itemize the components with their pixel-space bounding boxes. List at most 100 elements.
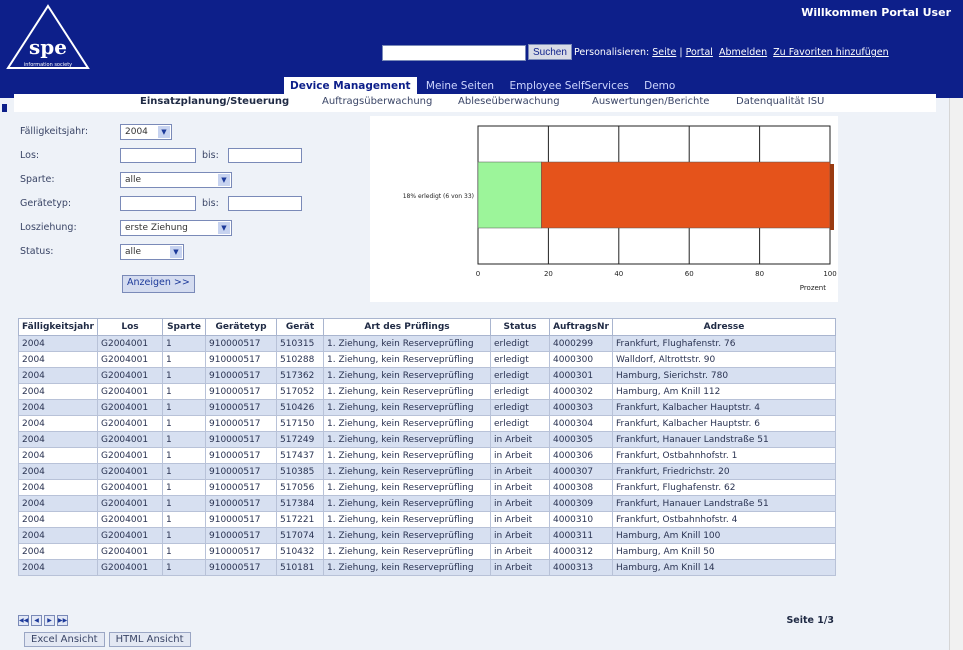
search-button[interactable]: Suchen <box>528 44 572 60</box>
bar-done <box>477 161 542 229</box>
table-cell: 910000517 <box>205 559 277 576</box>
anzeigen-button[interactable]: Anzeigen >> <box>122 275 195 293</box>
column-header[interactable]: Adresse <box>612 318 836 336</box>
column-header[interactable]: Gerätetyp <box>205 318 277 336</box>
table-cell: 910000517 <box>205 511 277 528</box>
table-cell: in Arbeit <box>490 527 550 544</box>
table-cell: G2004001 <box>97 383 163 400</box>
subnav-datenqualitaet[interactable]: Datenqualität ISU <box>736 96 824 107</box>
vertical-scrollbar[interactable] <box>949 98 963 650</box>
subnav-einsatzplanung[interactable]: Einsatzplanung/Steuerung <box>140 96 289 107</box>
table-row[interactable]: 2004 G2004001 1 910000517 510181 1. Ziehung, … <box>18 559 836 576</box>
los-from-input[interactable] <box>120 148 196 163</box>
table-cell: 1 <box>162 495 206 512</box>
table-cell: Hamburg, Am Knill 100 <box>612 527 836 544</box>
tab-employee-selfservices[interactable]: Employee SelfServices <box>503 77 634 95</box>
faelligkeitsjahr-label: Fälligkeitsjahr: <box>20 126 89 137</box>
link-seite[interactable]: Seite <box>652 47 676 58</box>
sparte-select[interactable]: alle ▼ <box>120 172 232 188</box>
subnav-ableseueberwachung[interactable]: Ableseüberwachung <box>458 96 560 107</box>
table-row[interactable]: 2004 G2004001 1 910000517 517249 1. Ziehung, … <box>18 431 836 448</box>
table-row[interactable]: 2004 G2004001 1 910000517 517437 1. Ziehung, … <box>18 447 836 464</box>
table-row[interactable]: 2004 G2004001 1 910000517 510432 1. Ziehung, … <box>18 543 836 560</box>
search-input[interactable] <box>382 45 526 61</box>
table-row[interactable]: 2004 G2004001 1 910000517 510426 1. Ziehung, … <box>18 399 836 416</box>
table-cell: 2004 <box>18 559 98 576</box>
table-cell: 2004 <box>18 463 98 480</box>
column-header[interactable]: Art des Prüflings <box>323 318 491 336</box>
table-cell: Hamburg, Am Knill 112 <box>612 383 836 400</box>
table-row[interactable]: 2004 G2004001 1 910000517 517074 1. Ziehung, … <box>18 527 836 544</box>
table-row[interactable]: 2004 G2004001 1 910000517 517384 1. Ziehung, … <box>18 495 836 512</box>
column-header[interactable]: Gerät <box>276 318 324 336</box>
table-cell: 2004 <box>18 335 98 352</box>
los-to-input[interactable] <box>228 148 302 163</box>
collapse-handle[interactable] <box>2 104 7 112</box>
table-cell: 1. Ziehung, kein Reserveprüfling <box>323 463 491 480</box>
column-header[interactable]: AuftragsNr <box>549 318 613 336</box>
logo-tagline: information society <box>24 62 72 68</box>
table-cell: Hamburg, Sierichstr. 780 <box>612 367 836 384</box>
x-tick-label: 20 <box>544 270 553 278</box>
table-row[interactable]: 2004 G2004001 1 910000517 510288 1. Ziehung, … <box>18 351 836 368</box>
losziehung-value: erste Ziehung <box>125 223 188 233</box>
column-header[interactable]: Sparte <box>162 318 206 336</box>
table-cell: in Arbeit <box>490 559 550 576</box>
table-row[interactable]: 2004 G2004001 1 910000517 517150 1. Ziehung, … <box>18 415 836 432</box>
table-cell: 510432 <box>276 543 324 560</box>
los-bis-label: bis: <box>202 150 219 161</box>
table-row[interactable]: 2004 G2004001 1 910000517 517052 1. Ziehung, … <box>18 383 836 400</box>
tab-html-ansicht[interactable]: HTML Ansicht <box>108 632 191 647</box>
table-cell: 4000304 <box>549 415 613 432</box>
table-cell: 910000517 <box>205 367 277 384</box>
table-cell: 4000300 <box>549 351 613 368</box>
table-cell: 1 <box>162 351 206 368</box>
tab-demo[interactable]: Demo <box>638 77 681 95</box>
next-page-icon[interactable]: ▶ <box>44 615 55 626</box>
subnav-auswertungen[interactable]: Auswertungen/Berichte <box>592 96 709 107</box>
geraetetyp-bis-label: bis: <box>202 198 219 209</box>
status-select[interactable]: alle ▼ <box>120 244 184 260</box>
table-cell: 2004 <box>18 479 98 496</box>
table-cell: 4000301 <box>549 367 613 384</box>
tab-excel-ansicht[interactable]: Excel Ansicht <box>24 632 105 647</box>
faelligkeitsjahr-value: 2004 <box>125 127 148 137</box>
table-row[interactable]: 2004 G2004001 1 910000517 517056 1. Ziehung, … <box>18 479 836 496</box>
tab-meine-seiten[interactable]: Meine Seiten <box>420 77 500 95</box>
table-cell: 1 <box>162 431 206 448</box>
column-header[interactable]: Status <box>490 318 550 336</box>
table-cell: 1. Ziehung, kein Reserveprüfling <box>323 351 491 368</box>
tab-device-management[interactable]: Device Management <box>284 77 417 95</box>
first-page-icon[interactable]: ◀◀ <box>18 615 29 626</box>
table-cell: 510426 <box>276 399 324 416</box>
table-row[interactable]: 2004 G2004001 1 910000517 517221 1. Ziehung, … <box>18 511 836 528</box>
progress-chart-svg: 0 20 40 60 80 100 18% erledigt (6 von 33) Proze… <box>403 125 837 292</box>
geraetetyp-to-input[interactable] <box>228 196 302 211</box>
losziehung-select[interactable]: erste Ziehung ▼ <box>120 220 232 236</box>
table-cell: erledigt <box>490 335 550 352</box>
prev-page-icon[interactable]: ◀ <box>31 615 42 626</box>
link-abmelden[interactable]: Abmelden <box>719 47 767 58</box>
link-portal[interactable]: Portal <box>686 47 713 58</box>
table-cell: erledigt <box>490 383 550 400</box>
personalize-label: Personalisieren: <box>574 47 650 58</box>
column-header[interactable]: Fälligkeitsjahr <box>18 318 98 336</box>
subnav-auftragsueberwachung[interactable]: Auftragsüberwachung <box>322 96 432 107</box>
status-label: Status: <box>20 246 54 257</box>
last-page-icon[interactable]: ▶▶ <box>57 615 68 626</box>
table-cell: 910000517 <box>205 495 277 512</box>
table-cell: G2004001 <box>97 495 163 512</box>
table-cell: G2004001 <box>97 479 163 496</box>
table-cell: in Arbeit <box>490 543 550 560</box>
link-favoriten[interactable]: Zu Favoriten hinzufügen <box>773 47 889 58</box>
chevron-down-icon: ▼ <box>218 174 230 186</box>
table-cell: 1. Ziehung, kein Reserveprüfling <box>323 335 491 352</box>
geraetetyp-from-input[interactable] <box>120 196 196 211</box>
faelligkeitsjahr-select[interactable]: 2004 ▼ <box>120 124 172 140</box>
geraetetyp-label: Gerätetyp: <box>20 198 72 209</box>
table-row[interactable]: 2004 G2004001 1 910000517 510315 1. Ziehung, … <box>18 335 836 352</box>
table-row[interactable]: 2004 G2004001 1 910000517 510385 1. Ziehung, … <box>18 463 836 480</box>
table-cell: G2004001 <box>97 415 163 432</box>
column-header[interactable]: Los <box>97 318 163 336</box>
table-row[interactable]: 2004 G2004001 1 910000517 517362 1. Ziehung, … <box>18 367 836 384</box>
